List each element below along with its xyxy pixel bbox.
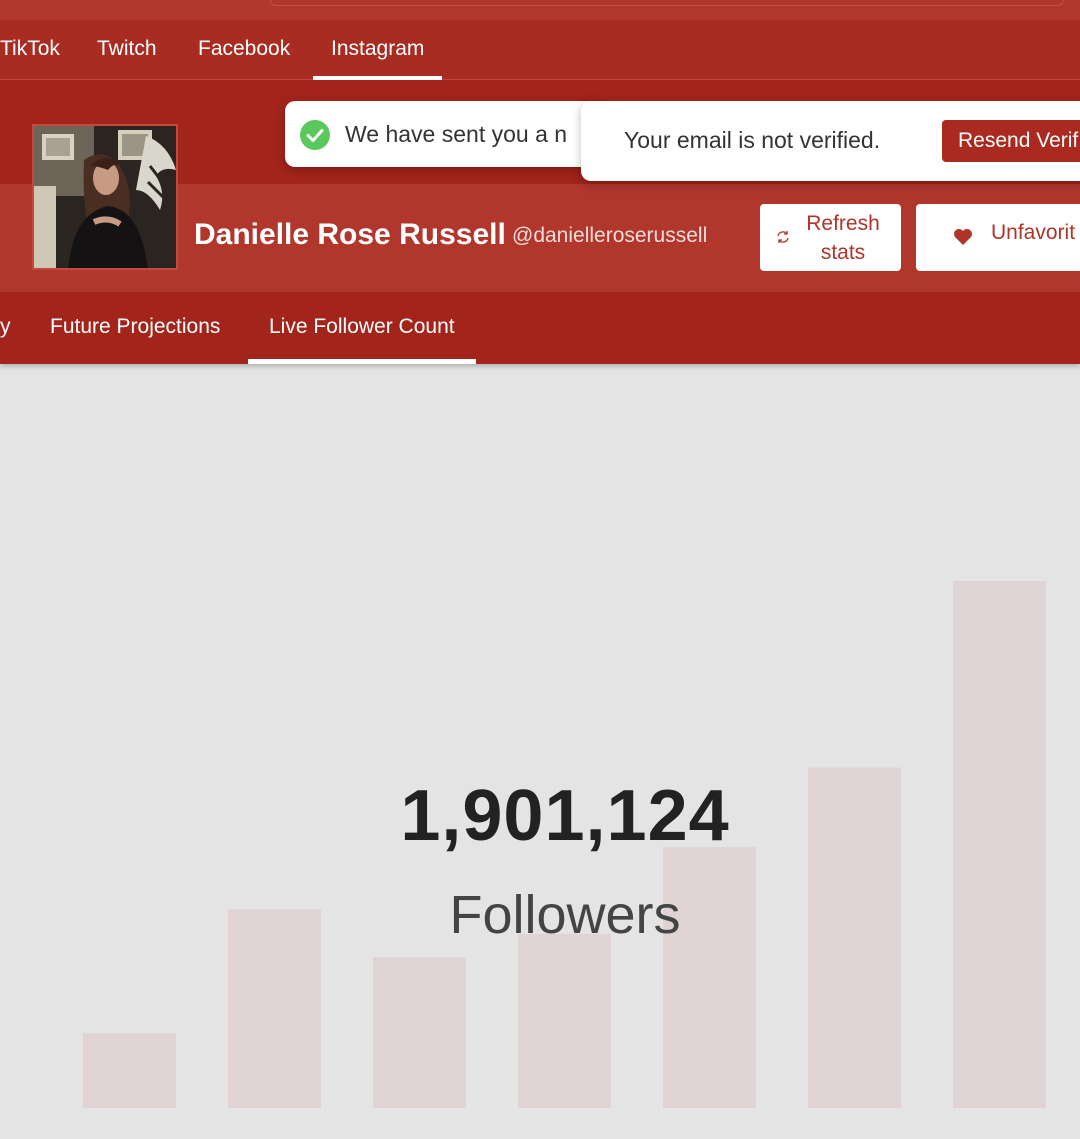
check-circle-icon — [300, 120, 330, 150]
refresh-stats-label: Refresh stats — [806, 212, 880, 264]
live-follower-count: 1,901,124 — [400, 776, 730, 856]
profile-handle: @danielleroserussell — [512, 224, 708, 247]
profile-photo — [34, 126, 176, 268]
toast-verify-text: Your email is not verified. — [624, 127, 881, 153]
chart-bar-3 — [373, 957, 466, 1108]
resend-verification-button[interactable]: Resend Verif — [942, 120, 1080, 162]
chart-bar-4 — [518, 934, 611, 1108]
toast-email-sent-text: We have sent you a n — [345, 121, 568, 147]
chart-bar-1 — [83, 1033, 176, 1108]
profile-name: Danielle Rose Russell — [194, 218, 506, 251]
tab-history[interactable]: y — [0, 292, 11, 364]
toast-email-sent: We have sent you a n — [285, 101, 605, 167]
tab-facebook[interactable]: Facebook — [180, 20, 308, 80]
tab-twitch[interactable]: Twitch — [79, 20, 175, 80]
tab-instagram[interactable]: Instagram — [313, 20, 443, 80]
tab-future-projections[interactable]: Future Projections — [50, 292, 220, 364]
stats-subnav: y Future Projections Live Follower Count — [0, 292, 1080, 364]
top-strip — [0, 0, 1080, 20]
avatar — [32, 124, 178, 270]
tab-live-follower-count[interactable]: Live Follower Count — [248, 292, 476, 364]
refresh-stats-button[interactable]: Refresh stats — [760, 204, 901, 271]
heart-icon — [954, 229, 972, 245]
platform-nav: TikTok Twitch Facebook Instagram — [0, 20, 1080, 80]
unfavorite-button[interactable]: Unfavorit — [916, 204, 1080, 271]
search-field-fragment[interactable] — [270, 0, 1064, 6]
unfavorite-label: Unfavorit — [991, 221, 1076, 244]
refresh-icon — [777, 231, 789, 243]
follower-bar-chart — [83, 581, 1046, 1108]
toast-email-not-verified: Your email is not verified. Resend Verif — [581, 101, 1080, 181]
tab-tiktok[interactable]: TikTok — [0, 20, 78, 80]
followers-label: Followers — [449, 885, 681, 945]
